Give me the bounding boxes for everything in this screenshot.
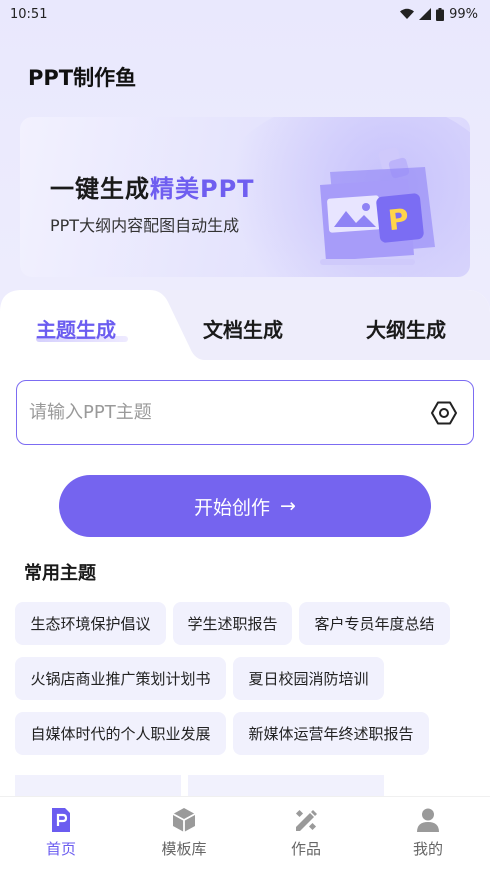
nav-works[interactable]: 作品 [266,807,346,859]
tab-outline-generate[interactable]: 大纲生成 [366,314,446,343]
generator-card: 主题生成 文档生成 大纲生成 开始创作 → 常用主题 生态环境保护倡议 学生述职… [0,290,490,810]
promo-banner[interactable]: 一键生成精美PPT PPT大纲内容配图自动生成 P [20,117,470,277]
battery-percent: 99% [449,6,478,22]
svg-text:P: P [386,202,410,237]
cellular-signal-icon [419,8,432,20]
user-icon [417,808,439,832]
banner-title-main: 一键生成 [50,175,150,203]
status-bar: 10:51 99% [0,0,490,28]
arrow-right-icon: → [280,495,296,517]
settings-hex-icon[interactable] [431,400,457,426]
topic-input-box[interactable] [16,380,474,445]
topic-input[interactable] [29,402,389,423]
topic-chip[interactable]: 夏日校园消防培训 [233,657,384,700]
topic-chip[interactable]: 自媒体时代的个人职业发展 [15,712,226,755]
nav-templates-label: 模板库 [161,840,207,858]
nav-mine[interactable]: 我的 [388,807,468,859]
banner-title-accent: 精美PPT [150,175,255,203]
battery-icon [436,7,445,21]
topic-chip[interactable]: 客户专员年度总结 [299,602,450,645]
status-time: 10:51 [10,6,48,22]
pencil-ruler-icon [295,809,317,831]
start-create-button[interactable]: 开始创作 → [59,475,431,537]
bottom-nav: 首页 模板库 作品 我的 [0,796,490,871]
banner-title: 一键生成精美PPT [50,169,255,204]
nav-templates[interactable]: 模板库 [144,807,224,859]
nav-works-label: 作品 [290,840,321,858]
tab-document-generate[interactable]: 文档生成 [203,314,283,343]
tab-topic-generate[interactable]: 主题生成 [36,314,116,343]
start-create-label: 开始创作 [194,496,271,519]
common-topics-title: 常用主题 [24,563,96,584]
nav-mine-label: 我的 [412,840,443,858]
topic-chip[interactable]: 火锅店商业推广策划计划书 [15,657,226,700]
topic-chip[interactable]: 学生述职报告 [173,602,292,645]
topic-chip[interactable]: 新媒体运营年终述职报告 [233,712,429,755]
banner-subtitle: PPT大纲内容配图自动生成 [50,216,240,235]
wifi-icon [400,8,415,19]
ppt-illustration-icon: P [320,147,435,265]
status-icons: 99% [400,7,478,22]
nav-home-label: 首页 [45,840,76,858]
nav-home[interactable]: 首页 [21,807,101,859]
cube-icon [172,808,196,832]
ppt-home-icon [52,808,70,832]
list-clip [0,763,490,775]
topic-chip[interactable]: 生态环境保护倡议 [15,602,166,645]
app-title: PPT制作鱼 [28,66,137,90]
